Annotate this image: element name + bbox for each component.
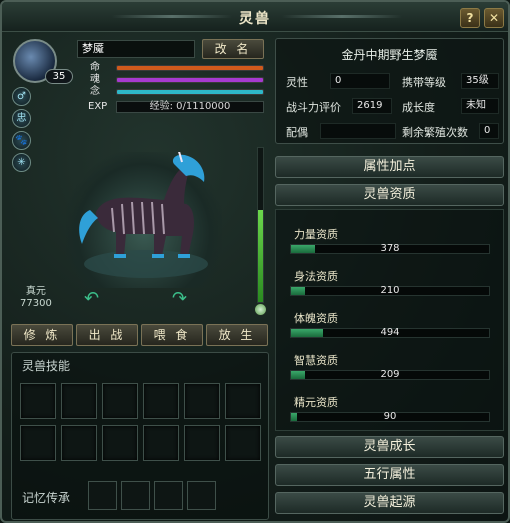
zebra-horse-model xyxy=(79,147,208,278)
skill-slot[interactable] xyxy=(225,425,261,461)
carry-level-value: 35级 xyxy=(461,73,499,89)
aptitude-value: 378 xyxy=(380,243,400,254)
aptitude-label: 体魄资质 xyxy=(294,312,338,325)
attr-bonus-header[interactable]: 属性加点 xyxy=(275,156,504,178)
skill-slot[interactable] xyxy=(20,383,56,419)
battle-button[interactable]: 出 战 xyxy=(76,324,138,346)
aptitude-bar: 90 xyxy=(290,412,490,422)
combat-rating-label: 战斗力评价 xyxy=(286,101,341,114)
zhenyuan-label: 真元 xyxy=(25,286,46,297)
aptitude-panel: 力量资质 378 身法资质 210 体魄资质 494 智慧资质 209 精元资质 90 xyxy=(275,209,504,431)
close-button[interactable]: ✕ xyxy=(484,8,504,28)
spirit-label: 灵性 xyxy=(286,76,308,89)
skill-slot[interactable] xyxy=(143,425,179,461)
origin-header[interactable]: 灵兽起源 xyxy=(275,492,504,514)
aptitude-label: 精元资质 xyxy=(294,396,338,409)
memory-slot[interactable] xyxy=(154,481,183,510)
rotate-right-icon[interactable]: ↷ xyxy=(172,288,187,309)
mate-value xyxy=(320,123,396,139)
mind-bar xyxy=(116,89,264,95)
aptitude-value: 494 xyxy=(380,327,400,338)
combat-rating-value: 2619 xyxy=(352,98,392,114)
skill-slot[interactable] xyxy=(20,425,56,461)
pet-name-field[interactable]: 梦魇 xyxy=(77,40,195,58)
growth-label: 成长度 xyxy=(402,101,435,114)
skills-title: 灵兽技能 xyxy=(22,359,71,373)
skill-slot[interactable] xyxy=(102,425,138,461)
gauge-knob[interactable] xyxy=(254,303,267,316)
growth-header-label: 灵兽成长 xyxy=(363,439,416,454)
exp-label: EXP xyxy=(88,101,108,112)
growth-value: 未知 xyxy=(461,98,499,114)
cultivate-button[interactable]: 修 炼 xyxy=(11,324,73,346)
hp-bar xyxy=(116,65,264,71)
pet-window: 灵兽 ? ✕ 35 ♂ 忠 🐾 ✳ 梦魇 改 名 命 魂 念 EXP 经验: 0… xyxy=(0,0,510,523)
hp-label: 命 xyxy=(90,62,100,73)
soul-label: 魂 xyxy=(90,74,100,85)
carry-level-label: 携带等级 xyxy=(402,76,446,89)
five-elements-header[interactable]: 五行属性 xyxy=(275,464,504,486)
aptitude-label: 身法资质 xyxy=(294,270,338,283)
skill-slot[interactable] xyxy=(225,383,261,419)
aptitude-bar: 378 xyxy=(290,244,490,254)
pet-level-badge: 35 xyxy=(45,69,73,84)
help-button[interactable]: ? xyxy=(460,8,480,28)
aptitude-label: 智慧资质 xyxy=(294,354,338,367)
skills-panel: 灵兽技能 记忆传承 xyxy=(11,352,269,520)
release-button[interactable]: 放 生 xyxy=(206,324,268,346)
aptitude-label: 力量资质 xyxy=(294,228,338,241)
breed-left-label: 剩余繁殖次数 xyxy=(402,126,468,139)
memory-title: 记忆传承 xyxy=(22,491,71,505)
pet-model-stage[interactable] xyxy=(66,147,222,288)
skill-slot[interactable] xyxy=(184,425,220,461)
aptitude-header[interactable]: 灵兽资质 xyxy=(275,184,504,206)
zhenyuan-value: 77300 xyxy=(20,298,52,309)
rename-button[interactable]: 改 名 xyxy=(202,39,264,59)
zhenyuan-block: 真元 77300 xyxy=(20,286,52,310)
spirit-value: 0 xyxy=(330,73,390,89)
attr-bonus-label: 属性加点 xyxy=(363,159,416,174)
skill-slot[interactable] xyxy=(143,383,179,419)
skill-slot[interactable] xyxy=(61,383,97,419)
aptitude-bar: 494 xyxy=(290,328,490,338)
aptitude-bar: 209 xyxy=(290,370,490,380)
memory-slot[interactable] xyxy=(187,481,216,510)
vertical-gauge xyxy=(257,147,264,303)
exp-bar: 经验: 0/1110000 xyxy=(116,101,264,113)
spark-icon[interactable]: ✳ xyxy=(12,153,31,172)
pet-info-box: 金丹中期野生梦魇 灵性 0 携带等级 35级 战斗力评价 2619 成长度 未知… xyxy=(275,38,504,144)
vertical-gauge-fill xyxy=(258,209,263,302)
skill-slot[interactable] xyxy=(61,425,97,461)
soul-bar xyxy=(116,77,264,83)
feed-button[interactable]: 喂 食 xyxy=(141,324,203,346)
aptitude-label: 灵兽资质 xyxy=(363,187,416,202)
skill-slot[interactable] xyxy=(102,383,138,419)
memory-slot[interactable] xyxy=(88,481,117,510)
pet-full-title: 金丹中期野生梦魇 xyxy=(341,48,438,62)
loyalty-icon[interactable]: 忠 xyxy=(12,109,31,128)
skill-slot[interactable] xyxy=(184,383,220,419)
window-title: 灵兽 xyxy=(239,11,271,27)
aptitude-value: 209 xyxy=(380,369,400,380)
mind-label: 念 xyxy=(90,86,100,97)
mate-label: 配偶 xyxy=(286,126,308,139)
growth-header[interactable]: 灵兽成长 xyxy=(275,436,504,458)
aptitude-value: 210 xyxy=(380,285,400,296)
title-bar[interactable]: 灵兽 ? ✕ xyxy=(2,2,508,32)
gender-icon[interactable]: ♂ xyxy=(12,87,31,106)
paw-icon[interactable]: 🐾 xyxy=(12,131,31,150)
five-elements-label: 五行属性 xyxy=(363,467,416,482)
aptitude-bar: 210 xyxy=(290,286,490,296)
memory-slot[interactable] xyxy=(121,481,150,510)
aptitude-value: 90 xyxy=(383,411,397,422)
rotate-left-icon[interactable]: ↶ xyxy=(84,288,99,309)
origin-label: 灵兽起源 xyxy=(363,495,416,510)
breed-left-value: 0 xyxy=(479,123,499,139)
